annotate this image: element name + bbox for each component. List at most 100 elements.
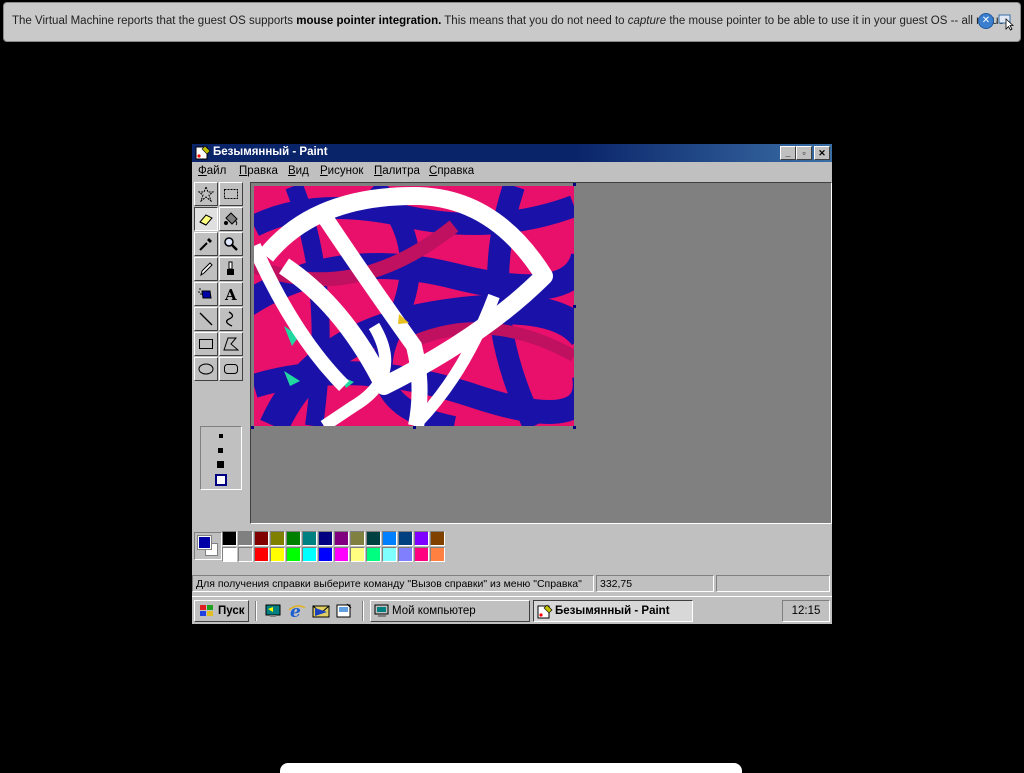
size-option-1[interactable] <box>219 434 223 438</box>
foreground-color <box>197 535 212 550</box>
minimize-button[interactable]: _ <box>780 146 796 160</box>
color-swatch[interactable] <box>334 547 349 562</box>
resize-handle-bottom[interactable] <box>413 426 416 429</box>
color-swatch[interactable] <box>254 547 269 562</box>
canvas-workspace <box>250 182 832 524</box>
show-desktop-icon[interactable] <box>264 602 282 620</box>
magnifier-tool[interactable] <box>219 232 243 256</box>
ellipse-icon <box>198 363 214 375</box>
color-swatch[interactable] <box>430 531 445 546</box>
task-paint[interactable]: Безымянный - Paint <box>533 600 693 622</box>
rounded-rect-tool[interactable] <box>219 357 243 381</box>
outlook-express-icon[interactable] <box>312 602 330 620</box>
color-swatch[interactable] <box>398 531 413 546</box>
fill-tool[interactable] <box>219 207 243 231</box>
color-swatch[interactable] <box>238 547 253 562</box>
curve-icon <box>225 311 234 327</box>
ellipse-tool[interactable] <box>194 357 218 381</box>
color-swatch[interactable] <box>238 531 253 546</box>
color-swatch[interactable] <box>350 547 365 562</box>
color-swatch[interactable] <box>366 547 381 562</box>
start-button[interactable]: Пуск <box>194 600 249 622</box>
channels-icon[interactable] <box>335 602 353 620</box>
color-swatch[interactable] <box>222 547 237 562</box>
rectangle-icon <box>199 339 213 349</box>
color-swatch[interactable] <box>382 531 397 546</box>
paint-bucket-icon <box>224 212 238 226</box>
resize-handle-bottom-left[interactable] <box>251 426 254 429</box>
color-swatch[interactable] <box>366 531 381 546</box>
line-tool[interactable] <box>194 307 218 331</box>
menu-file[interactable]: Файл <box>198 165 226 177</box>
text-tool[interactable]: A <box>219 282 243 306</box>
free-select-tool[interactable] <box>194 182 218 206</box>
menu-view[interactable]: Вид <box>288 165 309 177</box>
pencil-tool[interactable] <box>194 257 218 281</box>
menu-edit[interactable]: Правка <box>239 165 278 177</box>
color-swatch[interactable] <box>270 547 285 562</box>
color-swatch[interactable] <box>286 547 301 562</box>
rect-select-tool[interactable] <box>219 182 243 206</box>
color-swatch[interactable] <box>318 531 333 546</box>
start-label: Пуск <box>218 605 245 617</box>
status-coordinates: 332,75 <box>596 575 714 592</box>
rect-select-icon <box>224 189 238 199</box>
svg-text:e: e <box>290 602 301 620</box>
color-swatch[interactable] <box>302 531 317 546</box>
color-swatch[interactable] <box>270 531 285 546</box>
menu-colors[interactable]: Палитра <box>374 165 420 177</box>
brush-tool[interactable] <box>219 257 243 281</box>
task-label: Мой компьютер <box>392 605 476 617</box>
paint-title-bar[interactable]: Безымянный - Paint _ ▫ ✕ <box>192 144 832 162</box>
current-colors <box>194 532 222 560</box>
eyedropper-tool[interactable] <box>194 232 218 256</box>
guest-screen: Безымянный - Paint _ ▫ ✕ Файл Правка Вид… <box>192 144 832 624</box>
resize-handle-right[interactable] <box>573 305 576 308</box>
taskbar-separator <box>362 601 364 621</box>
color-swatch[interactable] <box>414 547 429 562</box>
magnifier-icon <box>224 237 238 251</box>
close-icon[interactable]: ✕ <box>978 13 994 29</box>
mouse-integration-icon[interactable] <box>998 13 1016 31</box>
mouse-integration-notification: The Virtual Machine reports that the gue… <box>3 2 1021 42</box>
size-option-2[interactable] <box>218 448 223 453</box>
color-swatch[interactable] <box>398 547 413 562</box>
color-swatch[interactable] <box>254 531 269 546</box>
task-my-computer[interactable]: Мой компьютер <box>370 600 530 622</box>
vm-bottom-toolbar-tab[interactable] <box>280 763 742 773</box>
restore-button[interactable]: ▫ <box>796 146 812 160</box>
color-swatch[interactable] <box>350 531 365 546</box>
system-tray-clock[interactable]: 12:15 <box>782 600 830 622</box>
status-bar: Для получения справки выберите команду "… <box>192 573 832 593</box>
color-swatch[interactable] <box>382 547 397 562</box>
drawing-canvas[interactable] <box>254 186 574 426</box>
menu-image[interactable]: Рисунок <box>320 165 363 177</box>
eraser-size-options <box>200 426 242 490</box>
internet-explorer-icon[interactable]: e <box>288 602 306 620</box>
notification-text: The Virtual Machine reports that the gue… <box>12 15 1011 27</box>
polygon-tool[interactable] <box>219 332 243 356</box>
eraser-icon <box>199 214 213 226</box>
menu-bar: Файл Правка Вид Рисунок Палитра Справка <box>192 162 832 182</box>
resize-handle-bottom-right[interactable] <box>573 426 576 429</box>
close-button[interactable]: ✕ <box>814 146 830 160</box>
airbrush-tool[interactable] <box>194 282 218 306</box>
color-swatch[interactable] <box>222 531 237 546</box>
eraser-tool[interactable] <box>194 207 218 231</box>
menu-help[interactable]: Справка <box>429 165 474 177</box>
window-title: Безымянный - Paint <box>213 146 328 158</box>
curve-tool[interactable] <box>219 307 243 331</box>
paint-app-icon <box>195 145 211 160</box>
color-swatch[interactable] <box>286 531 301 546</box>
status-size <box>716 575 830 592</box>
resize-handle-top-right[interactable] <box>573 183 576 186</box>
airbrush-icon <box>198 288 212 299</box>
size-option-4-selected[interactable] <box>215 474 227 486</box>
size-option-3[interactable] <box>217 461 224 468</box>
rectangle-tool[interactable] <box>194 332 218 356</box>
color-swatch[interactable] <box>334 531 349 546</box>
color-swatch[interactable] <box>430 547 445 562</box>
color-swatch[interactable] <box>414 531 429 546</box>
color-swatch[interactable] <box>302 547 317 562</box>
color-swatch[interactable] <box>318 547 333 562</box>
